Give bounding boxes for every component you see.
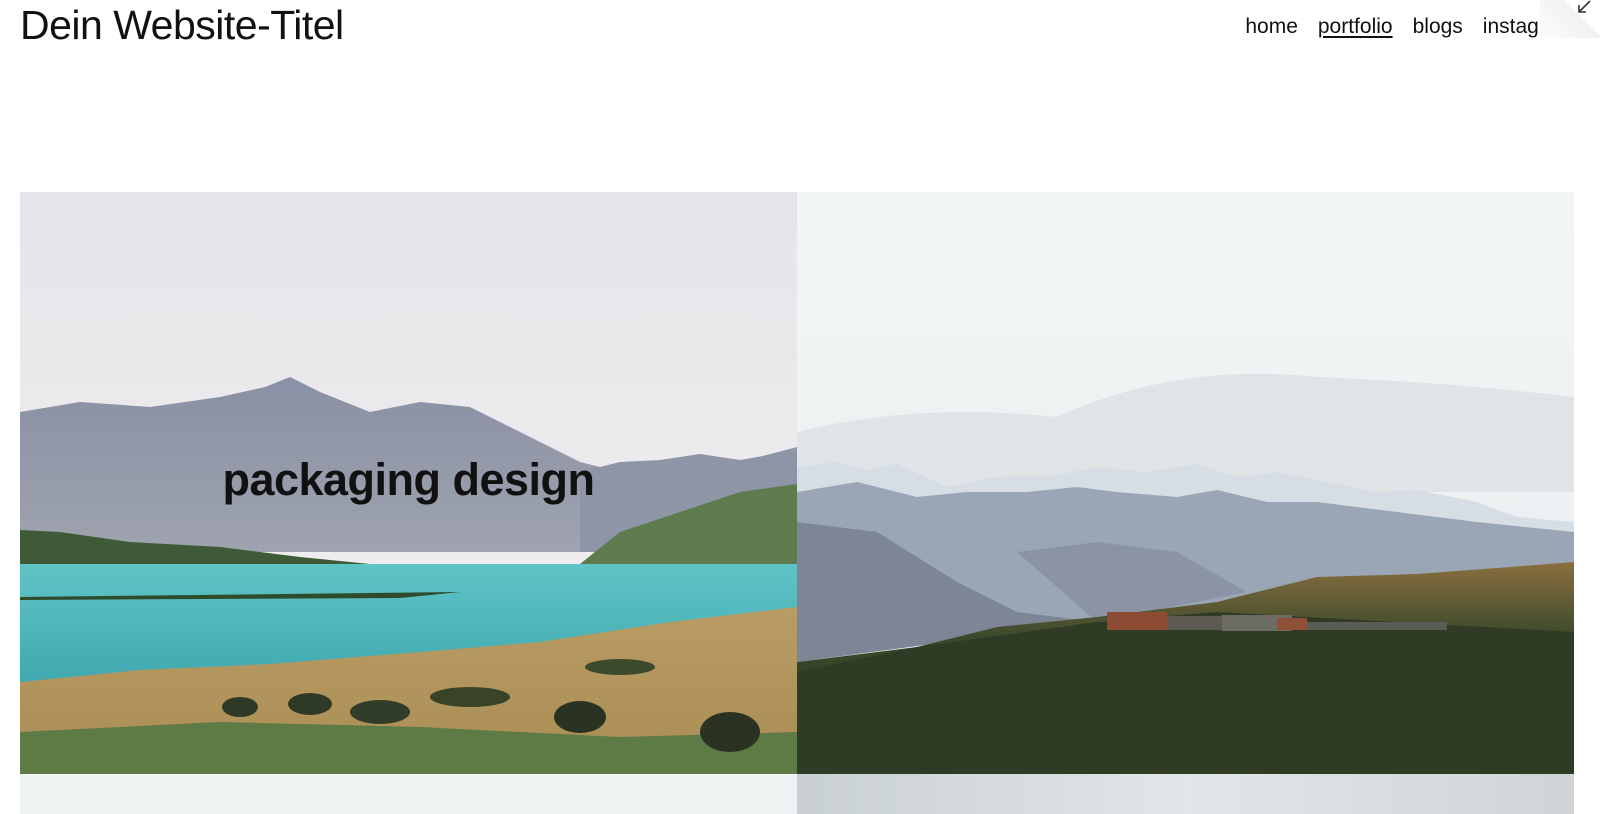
tile-caption: packaging design (222, 454, 595, 505)
main-nav: home portfolio blogs instagram (1245, 15, 1575, 39)
portfolio-tile-4[interactable] (797, 774, 1574, 814)
site-header: Dein Website-Titel home portfolio blogs … (0, 0, 1600, 70)
portfolio-tile-2[interactable] (797, 192, 1574, 774)
portfolio-tile-3[interactable] (20, 774, 797, 814)
collapse-arrow-icon (1578, 0, 1591, 13)
nav-home[interactable]: home (1245, 15, 1298, 39)
nav-blogs[interactable]: blogs (1413, 15, 1463, 39)
site-title[interactable]: Dein Website-Titel (20, 2, 344, 49)
nav-portfolio[interactable]: portfolio (1318, 15, 1393, 39)
page-corner[interactable] (1540, 0, 1600, 50)
portfolio-grid: packaging design (20, 192, 1574, 814)
portfolio-tile-packaging-design[interactable]: packaging design (20, 192, 797, 774)
snowy-mountains-image (797, 192, 1574, 774)
